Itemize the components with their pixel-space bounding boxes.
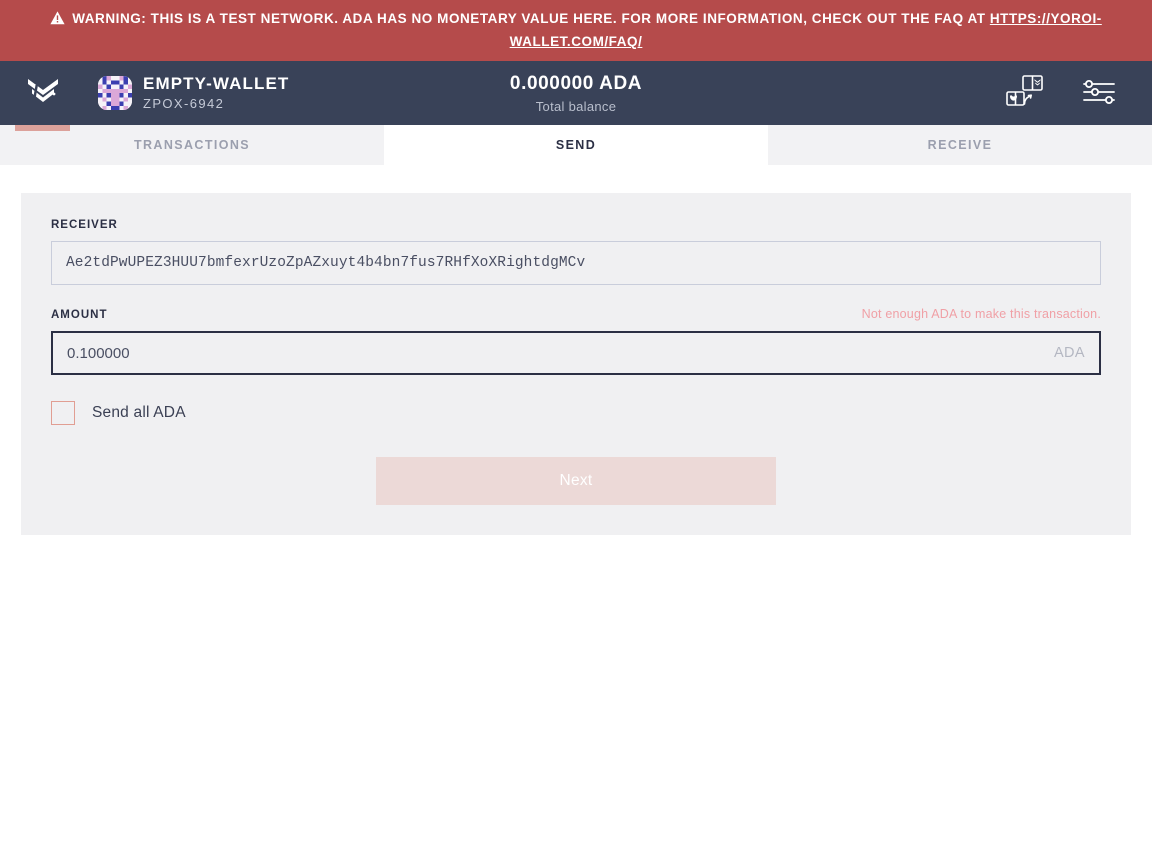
- navbar-actions: [1002, 72, 1152, 115]
- settings-sliders-icon: [1082, 78, 1118, 109]
- amount-field-group: Amount Not enough ADA to make this trans…: [51, 307, 1101, 375]
- active-tab-accent-bar: [15, 125, 70, 131]
- send-all-ada-checkbox[interactable]: [51, 401, 75, 425]
- send-form-card: Receiver Amount Not enough ADA to make t…: [21, 193, 1131, 535]
- test-network-warning-banner: Warning: This is a test network. ADA has…: [0, 0, 1152, 61]
- receiver-label: Receiver: [51, 219, 118, 231]
- yoroi-logo-button[interactable]: [0, 61, 86, 131]
- amount-currency-suffix: ADA: [1053, 345, 1085, 361]
- switch-wallet-icon: [1002, 72, 1048, 115]
- wallet-plate-id: ZPOX-6942: [143, 95, 225, 111]
- send-all-ada-label: Send all ADA: [92, 404, 186, 421]
- wallet-identicon-avatar: [98, 75, 132, 110]
- receiver-input[interactable]: [51, 241, 1101, 285]
- submit-row: Next: [51, 457, 1101, 505]
- tab-receive[interactable]: Receive: [768, 125, 1152, 165]
- next-button[interactable]: Next: [376, 457, 776, 505]
- amount-input[interactable]: [51, 331, 1101, 375]
- yoroi-logo-icon: [23, 71, 63, 116]
- settings-button[interactable]: [1082, 78, 1118, 109]
- send-all-ada-checkbox-row[interactable]: Send all ADA: [51, 401, 1101, 425]
- amount-error-message: Not enough ADA to make this transaction.: [861, 307, 1101, 321]
- warning-banner-text: Warning: This is a test network. ADA has…: [72, 11, 990, 26]
- tab-send[interactable]: Send: [384, 125, 768, 165]
- wallet-name: Empty-wallet: [143, 74, 290, 93]
- tab-transactions[interactable]: Transactions: [0, 125, 384, 165]
- send-page: Receiver Amount Not enough ADA to make t…: [0, 165, 1152, 535]
- wallet-summary[interactable]: Empty-wallet ZPOX-6942: [98, 74, 290, 111]
- top-navbar: Empty-wallet ZPOX-6942 0.000000 ADA Tota…: [0, 61, 1152, 131]
- warning-triangle-icon: [50, 10, 65, 31]
- switch-wallet-button[interactable]: [1002, 72, 1048, 115]
- wallet-tabs: Transactions Send Receive: [0, 125, 1152, 165]
- receiver-field-group: Receiver: [51, 219, 1101, 285]
- amount-label: Amount: [51, 309, 108, 321]
